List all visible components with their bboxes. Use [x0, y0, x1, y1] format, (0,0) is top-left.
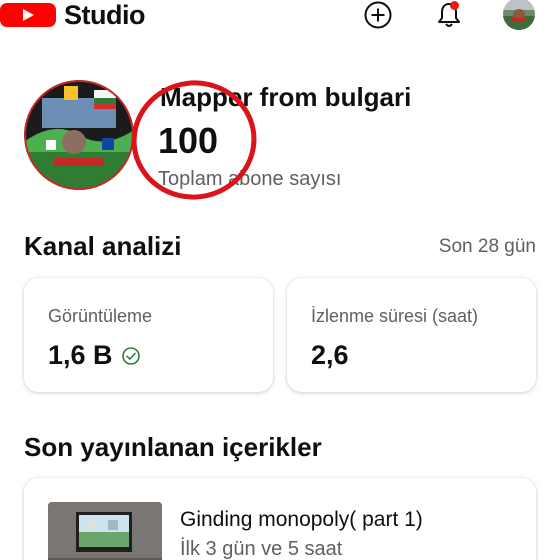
youtube-logo-icon: [0, 3, 56, 27]
recent-video-card[interactable]: Ginding monopoly( part 1) İlk 3 gün ve 5…: [24, 478, 536, 560]
channel-name: Mapper from bulgari: [160, 82, 412, 112]
watch-time-label: İzlenme süresi (saat): [311, 306, 479, 326]
watch-time-value: 2,6: [311, 340, 349, 370]
video-thumbnail-image: [48, 502, 162, 560]
channel-avatar-image: [24, 80, 134, 190]
channel-header: Mapper from bulgari 100 Toplam abone say…: [0, 76, 560, 196]
watch-time-card[interactable]: İzlenme süresi (saat) 2,6: [287, 278, 536, 392]
notifications-button[interactable]: [433, 0, 465, 30]
watch-time-value-row: 2,6: [311, 340, 349, 371]
recent-content-title: Son yayınlanan içerikler: [24, 432, 322, 462]
channel-analytics-title: Kanal analizi: [24, 231, 182, 261]
create-button[interactable]: [362, 0, 394, 30]
notification-dot: [450, 1, 459, 10]
subscriber-label: Toplam abone sayısı: [158, 168, 342, 190]
views-label: Görüntüleme: [48, 306, 153, 326]
video-title[interactable]: Ginding monopoly( part 1): [180, 508, 423, 532]
video-thumbnail[interactable]: [48, 502, 162, 560]
analytics-period[interactable]: Son 28 gün: [439, 236, 536, 258]
account-avatar: [503, 0, 535, 30]
views-value-row: 1,6 B: [48, 340, 141, 371]
account-avatar-image: [503, 0, 535, 30]
top-bar: Studio: [0, 0, 560, 30]
studio-brand-text: Studio: [64, 0, 145, 30]
add-circle-icon: [364, 1, 392, 29]
account-button[interactable]: [502, 0, 536, 30]
subscriber-count: 100: [158, 120, 219, 161]
check-circle-icon: [121, 346, 140, 365]
views-card[interactable]: Görüntüleme 1,6 B: [24, 278, 273, 392]
video-subtitle: İlk 3 gün ve 5 saat: [180, 538, 343, 560]
channel-avatar[interactable]: [24, 80, 134, 190]
studio-logo[interactable]: Studio: [0, 0, 145, 30]
views-value: 1,6 B: [48, 340, 113, 370]
